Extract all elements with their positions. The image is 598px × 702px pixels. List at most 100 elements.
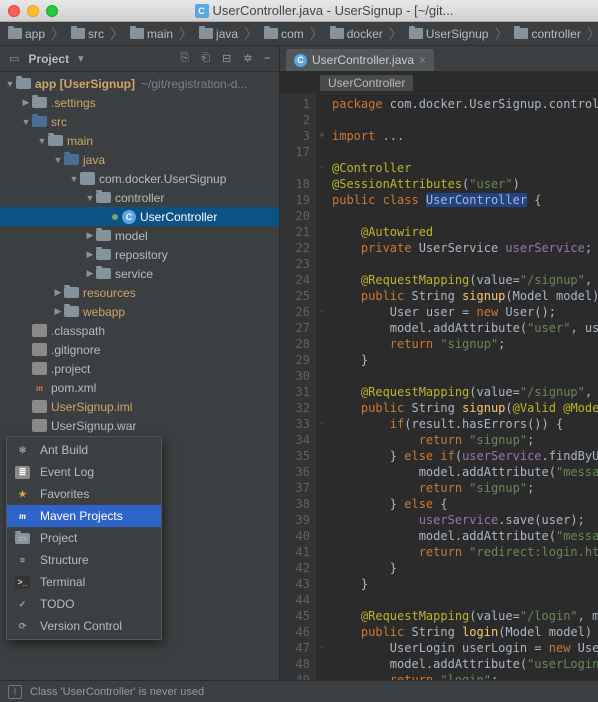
code-line[interactable]: } [332, 352, 594, 368]
tree-row[interactable]: CUserController [0, 207, 279, 226]
line-number[interactable]: 44 [282, 592, 310, 608]
line-number[interactable]: 26 [282, 304, 310, 320]
fold-icon[interactable] [316, 336, 328, 352]
code-line[interactable]: model.addAttribute("messag [332, 464, 594, 480]
fold-icon[interactable] [316, 656, 328, 672]
expand-arrow-icon[interactable] [36, 136, 48, 146]
line-number[interactable] [282, 160, 310, 176]
breadcrumb-item[interactable]: main [126, 27, 177, 41]
expand-arrow-icon[interactable] [84, 193, 96, 203]
editor-tab[interactable]: CUserController.java× [286, 49, 434, 71]
close-tab-icon[interactable]: × [419, 53, 426, 67]
line-number[interactable]: 34 [282, 432, 310, 448]
fold-icon[interactable] [316, 624, 328, 640]
code-line[interactable]: model.addAttribute("user", us [332, 320, 594, 336]
fold-icon[interactable] [316, 544, 328, 560]
code-line[interactable]: User user = new User(); [332, 304, 594, 320]
fold-icon[interactable] [316, 96, 328, 112]
project-dropdown-icon[interactable]: ▾ [75, 52, 87, 65]
fold-icon[interactable] [316, 400, 328, 416]
line-number[interactable]: 3 [282, 128, 310, 144]
line-number[interactable]: 33 [282, 416, 310, 432]
line-number[interactable]: 20 [282, 208, 310, 224]
tree-row[interactable]: .gitignore [0, 340, 279, 359]
line-number[interactable]: 29 [282, 352, 310, 368]
line-number[interactable]: 40 [282, 528, 310, 544]
tree-row[interactable]: .project [0, 359, 279, 378]
code-line[interactable]: public String signup(@Valid @Model [332, 400, 594, 416]
fold-icon[interactable] [316, 496, 328, 512]
popup-item[interactable]: ⟳Version Control [7, 615, 161, 637]
code-line[interactable]: @RequestMapping(value="/signup", m [332, 384, 594, 400]
code-line[interactable]: import ... [332, 128, 594, 144]
code-line[interactable]: return "signup"; [332, 432, 594, 448]
line-number[interactable]: 35 [282, 448, 310, 464]
code-line[interactable]: @RequestMapping(value="/login", me [332, 608, 594, 624]
close-button[interactable] [8, 5, 20, 17]
fold-icon[interactable]: + [316, 128, 328, 144]
expand-arrow-icon[interactable] [84, 249, 96, 260]
minimize-button[interactable] [27, 5, 39, 17]
tree-row[interactable]: UserSignup.war [0, 416, 279, 435]
project-tool-label[interactable]: Project [28, 52, 69, 66]
fold-icon[interactable] [316, 176, 328, 192]
tree-row[interactable]: UserSignup.iml [0, 397, 279, 416]
tree-row[interactable]: src [0, 112, 279, 131]
fold-icon[interactable] [316, 144, 328, 160]
tree-row[interactable]: app [UserSignup]~/git/registration-d... [0, 74, 279, 93]
line-number[interactable]: 45 [282, 608, 310, 624]
fold-icon[interactable] [316, 224, 328, 240]
line-number[interactable]: 41 [282, 544, 310, 560]
line-number[interactable]: 42 [282, 560, 310, 576]
breadcrumb-item[interactable]: controller [510, 27, 584, 41]
fold-icon[interactable]: - [316, 640, 328, 656]
breadcrumb-item[interactable]: src [67, 27, 108, 41]
fold-icon[interactable] [316, 592, 328, 608]
line-number[interactable]: 18 [282, 176, 310, 192]
fold-icon[interactable] [316, 480, 328, 496]
code-line[interactable]: public String login(Model model) { [332, 624, 594, 640]
fold-column[interactable]: +---- [316, 94, 328, 680]
popup-item[interactable]: ✻Ant Build [7, 439, 161, 461]
fold-icon[interactable] [316, 208, 328, 224]
line-number[interactable]: 37 [282, 480, 310, 496]
line-number[interactable]: 36 [282, 464, 310, 480]
line-number[interactable]: 43 [282, 576, 310, 592]
line-number[interactable]: 22 [282, 240, 310, 256]
line-number[interactable]: 27 [282, 320, 310, 336]
line-number[interactable]: 21 [282, 224, 310, 240]
fold-icon[interactable] [316, 608, 328, 624]
code-line[interactable]: @RequestMapping(value="/signup", m [332, 272, 594, 288]
expand-arrow-icon[interactable] [84, 230, 96, 241]
fold-icon[interactable] [316, 368, 328, 384]
expand-arrow-icon[interactable] [68, 174, 80, 184]
line-number[interactable]: 19 [282, 192, 310, 208]
code-line[interactable] [332, 112, 594, 128]
line-number[interactable]: 47 [282, 640, 310, 656]
settings-icon[interactable]: ✲ [240, 52, 255, 65]
code-line[interactable]: public class UserController { [332, 192, 594, 208]
line-number[interactable]: 49 [282, 672, 310, 680]
fold-icon[interactable]: - [316, 304, 328, 320]
expand-arrow-icon[interactable] [52, 306, 64, 317]
tree-row[interactable]: java [0, 150, 279, 169]
line-number[interactable]: 30 [282, 368, 310, 384]
tool-window-popup[interactable]: ✻Ant Build≣Event Log★FavoritesmMaven Pro… [6, 436, 162, 640]
line-number[interactable]: 46 [282, 624, 310, 640]
code-line[interactable]: model.addAttribute("userLogin" [332, 656, 594, 672]
breadcrumb-item[interactable]: java [195, 27, 242, 41]
line-number[interactable]: 38 [282, 496, 310, 512]
project-tool-icon[interactable]: ▭ [6, 52, 22, 65]
tree-row[interactable]: com.docker.UserSignup [0, 169, 279, 188]
line-number[interactable]: 31 [282, 384, 310, 400]
code-line[interactable]: private UserService userService; [332, 240, 594, 256]
tree-row[interactable]: webapp [0, 302, 279, 321]
expand-arrow-icon[interactable] [20, 97, 32, 108]
autoscroll-sink-icon[interactable]: ⎗ [198, 52, 213, 65]
code-line[interactable] [332, 144, 594, 160]
code-line[interactable]: } [332, 576, 594, 592]
fold-icon[interactable] [316, 352, 328, 368]
tree-row[interactable]: service [0, 264, 279, 283]
tree-row[interactable]: model [0, 226, 279, 245]
code-line[interactable]: return "redirect:login.htm [332, 544, 594, 560]
